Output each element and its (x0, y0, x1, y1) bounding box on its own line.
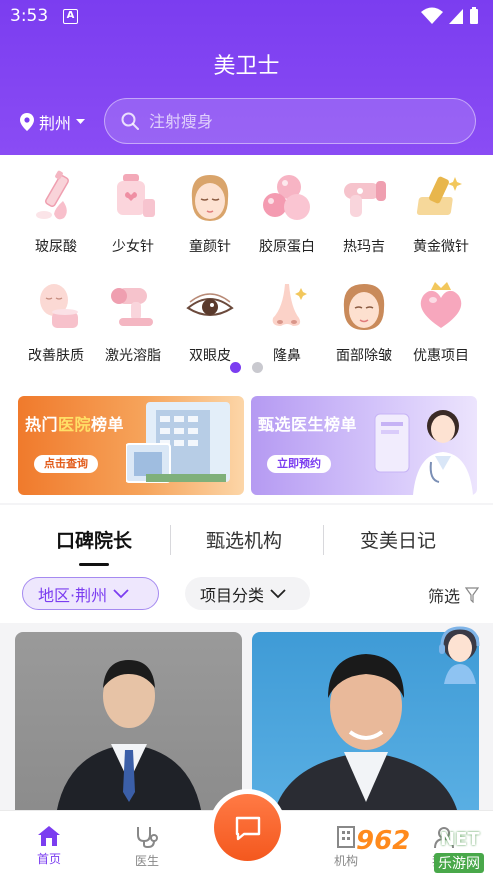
customer-service-avatar-icon[interactable] (434, 618, 486, 684)
pager-dot[interactable] (252, 362, 263, 373)
filter-bar: 地区·荆州 项目分类 筛选 (0, 577, 493, 611)
tab-divider (323, 525, 324, 555)
hospital-building-image (126, 402, 230, 483)
laser-device-icon (111, 288, 153, 326)
caret-down-icon (76, 119, 86, 124)
battery-icon (470, 7, 478, 24)
nav-home[interactable]: 首页 (19, 825, 79, 867)
category-improve-skin[interactable]: 改善肤质 (15, 278, 97, 365)
query-button[interactable]: 点击查询 (34, 455, 98, 473)
category-girl-needle[interactable]: 少女针 (92, 169, 174, 256)
doctor-ranking-banner[interactable]: 甄选医生榜单 立即预约 (251, 396, 477, 495)
category-label: 童颜针 (189, 239, 231, 255)
category-label: 黄金微针 (413, 239, 469, 255)
banner-title: 热门医院榜单 (25, 411, 124, 435)
home-icon (38, 826, 60, 846)
nav-label: 首页 (36, 852, 61, 866)
region-filter-label: 地区·荆州 (38, 585, 108, 605)
tab-active-indicator (79, 563, 109, 566)
app-title: 美卫士 (213, 54, 280, 79)
category-laser-lipolysis[interactable]: 激光溶脂 (92, 278, 174, 365)
funnel-icon (465, 587, 479, 603)
app-header: 3:53 A 美卫士 荆州 (0, 0, 493, 155)
wifi-icon (421, 7, 443, 24)
chevron-down-icon (270, 588, 286, 598)
stethoscope-icon (137, 827, 158, 849)
gold-microneedle-icon (416, 176, 462, 215)
banner-row: 热门医院榜单 点击查询 甄选医生榜单 立即预约 (0, 390, 493, 503)
location-pin-icon (20, 113, 34, 131)
search-input[interactable] (149, 111, 449, 131)
status-time: 3:53 (10, 6, 49, 26)
skin-care-face-icon (40, 284, 78, 328)
thermage-device-icon (344, 181, 386, 217)
tab-reputation-directors[interactable]: 口碑院长 (56, 526, 132, 553)
category-label: 少女针 (112, 239, 154, 255)
banner-title: 甄选医生榜单 (258, 415, 358, 434)
pager-dots (0, 362, 493, 373)
category-thermage[interactable]: 热玛吉 (323, 169, 405, 256)
serum-bottles-icon (117, 174, 155, 217)
content-tabs: 口碑院长 甄选机构 变美日记 (0, 505, 493, 571)
category-double-eyelid[interactable]: 双眼皮 (169, 278, 251, 365)
nav-doctor[interactable]: 医生 (117, 825, 177, 869)
face-portrait-icon (191, 175, 229, 221)
category-collagen[interactable]: 胶原蛋白 (246, 169, 328, 256)
banner-title-part: 热门 (25, 415, 59, 434)
category-facial-wrinkle[interactable]: 面部除皱 (323, 278, 405, 365)
chat-bubble-icon (235, 816, 260, 840)
tab-divider (170, 525, 171, 555)
banner-title-highlight: 医院 (58, 415, 92, 434)
filter-button[interactable]: 筛选 (428, 583, 479, 607)
watermark-number: 962 (356, 826, 411, 856)
chat-fab-button[interactable] (209, 789, 286, 866)
watermark-sub: 乐游网 (434, 853, 484, 873)
book-button[interactable]: 立即预约 (267, 455, 331, 473)
category-grid: 玻尿酸 少女针 童颜针 胶原蛋白 热玛吉 黄金微针 改善肤质 激光溶脂 双眼皮 … (0, 155, 493, 390)
watermark-suffix: NET (440, 829, 480, 850)
category-gold-microneedle[interactable]: 黄金微针 (400, 169, 482, 256)
site-watermark: 962 NET 乐游网 (356, 826, 486, 874)
signal-icon (449, 9, 463, 24)
eye-icon (186, 293, 234, 316)
region-filter-chip[interactable]: 地区·荆州 (22, 577, 159, 610)
chat-fab-inner (214, 794, 281, 861)
category-youth-needle[interactable]: 童颜针 (169, 169, 251, 256)
pager-dot-active[interactable] (230, 362, 241, 373)
tab-selected-institutions[interactable]: 甄选机构 (206, 526, 282, 553)
accessibility-notification-icon: A (63, 9, 78, 24)
search-bar[interactable] (104, 98, 476, 144)
category-discounts[interactable]: 优惠项目 (400, 278, 482, 365)
director-photo (55, 660, 203, 822)
category-filter-label: 项目分类 (200, 585, 265, 605)
hyaluronic-syringe-icon (36, 170, 69, 220)
collagen-spheres-icon (263, 175, 310, 220)
building-icon (337, 826, 355, 848)
director-card[interactable] (15, 632, 242, 822)
status-icons (421, 7, 479, 25)
chevron-down-icon (113, 588, 129, 598)
category-label: 胶原蛋白 (259, 239, 315, 255)
location-label: 荆州 (39, 114, 72, 133)
heart-crown-icon (420, 282, 462, 328)
tab-beauty-diary[interactable]: 变美日记 (360, 526, 436, 553)
filter-label: 筛选 (427, 587, 460, 606)
category-label: 热玛吉 (343, 239, 385, 255)
nav-label: 医生 (134, 854, 159, 868)
hospital-ranking-banner[interactable]: 热门医院榜单 点击查询 (18, 396, 244, 495)
banner-title-part: 榜单 (91, 415, 125, 434)
nose-icon (272, 284, 307, 326)
category-filter-chip[interactable]: 项目分类 (185, 577, 310, 610)
category-label: 玻尿酸 (35, 239, 77, 255)
doctor-illustration-image (374, 410, 473, 495)
location-selector[interactable]: 荆州 (20, 110, 86, 134)
category-hyaluronic-acid[interactable]: 玻尿酸 (15, 169, 97, 256)
category-rhinoplasty[interactable]: 隆鼻 (246, 278, 328, 365)
nav-label: 机构 (333, 854, 358, 868)
face-wrinkle-icon (343, 284, 385, 330)
status-bar: 3:53 A (0, 0, 493, 34)
search-icon (121, 112, 139, 130)
